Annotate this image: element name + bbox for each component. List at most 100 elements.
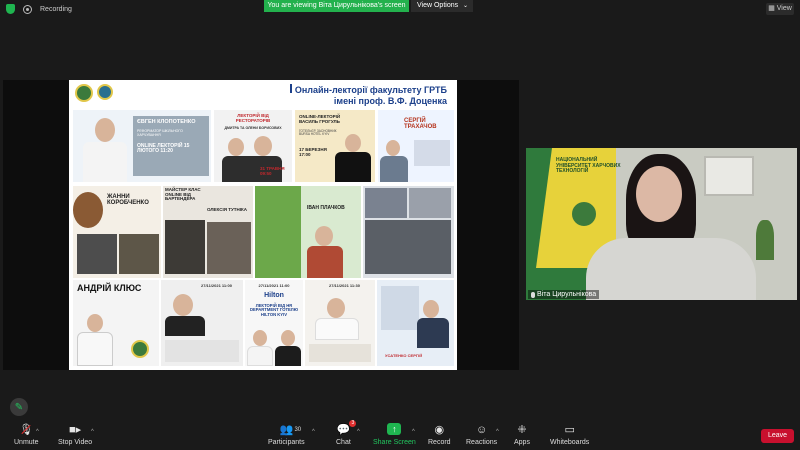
meeting-toolbar: 🎙 Unmute ^ ■▸ Stop Video ^ 👥 30 Participa…	[0, 420, 800, 450]
unmute-button[interactable]: 🎙 Unmute	[14, 423, 39, 446]
participants-icon: 👥 30	[279, 424, 302, 436]
participants-label: Participants	[268, 439, 305, 446]
view-button-label: View	[776, 5, 792, 12]
reactions-button[interactable]: ☺ Reactions	[466, 423, 497, 446]
speaker-shirt	[417, 318, 449, 348]
speaker-photo	[87, 314, 103, 332]
speaker-shirt	[247, 346, 273, 366]
speaker-photo	[254, 136, 272, 156]
wine-photo	[255, 186, 301, 278]
call-tile	[365, 188, 407, 218]
shared-screen[interactable]: Онлайн-лекторії факультету ГРТБ імені пр…	[3, 80, 519, 370]
hilton-title: ЛЕКТОРІЙ ВІД HR DEPARTMENT ГОТЕЛЮ HILTON…	[249, 303, 299, 317]
speaker-shirt	[83, 142, 127, 182]
chevron-up-icon[interactable]: ^	[91, 429, 94, 435]
restorators-date: 31 ТРАВНЯ 09:50	[260, 166, 285, 176]
mic-icon	[531, 291, 535, 298]
reactions-label: Reactions	[466, 439, 498, 446]
record-button[interactable]: ◉ Record	[428, 423, 451, 446]
poster-klyus: АНДРІЙ КЛЮС	[73, 280, 159, 366]
klopotenko-name: ЄВГЕН КЛОПОТЕНКО	[137, 119, 196, 125]
chevron-up-icon[interactable]: ^	[496, 429, 499, 435]
poster-klyus-chef: 27/11/2021 11:00	[161, 280, 243, 366]
chef-date: 27/11/2021 11:30	[329, 283, 360, 288]
person-face	[636, 166, 682, 222]
speaker-shirt	[335, 152, 371, 182]
person-jacket	[586, 238, 756, 300]
call-group-photo	[365, 220, 451, 274]
participants-count: 30	[294, 427, 302, 433]
record-label: Record	[428, 439, 451, 446]
record-icon: ◉	[434, 424, 445, 436]
chevron-up-icon[interactable]: ^	[412, 429, 415, 435]
annotate-pencil-icon[interactable]: ✎	[10, 398, 28, 416]
speaker-photo	[228, 138, 244, 156]
speaker-photo	[345, 134, 361, 152]
klyus-date: 27/11/2021 11:00	[201, 283, 232, 288]
faculty-logo-icon	[97, 84, 113, 100]
meeting-status: Recording	[6, 4, 72, 14]
slide-header: Онлайн-лекторії факультету ГРТБ імені пр…	[69, 80, 457, 108]
speaker-photo	[95, 118, 115, 142]
apps-button[interactable]: ⁜ Apps	[514, 423, 530, 446]
participant-video-tile[interactable]: НАЦІОНАЛЬНИЙ УНІВЕРСИТЕТ ХАРЧОВИХ ТЕХНОЛ…	[526, 148, 797, 300]
whiteboards-label: Whiteboards	[550, 439, 590, 446]
share-screen-button[interactable]: ↑ Share Screen	[373, 423, 416, 446]
restorators-title: ЛЕКТОРІЙ ВІД РЕСТОРАТОРІВ	[235, 113, 271, 123]
usatenko-name: УСАТЕНКО СЕРГІЙ	[385, 353, 423, 358]
view-button[interactable]: ▦ View	[766, 3, 794, 15]
speaker-photo	[386, 140, 400, 156]
chevron-up-icon[interactable]: ^	[36, 429, 39, 435]
chat-button[interactable]: 💬 3 Chat	[336, 420, 357, 446]
poster-text-block	[414, 140, 450, 166]
slide-title-line1: Онлайн-лекторії факультету ГРТБ	[294, 85, 447, 95]
speaker-shirt	[380, 156, 408, 182]
university-emblem-icon	[570, 200, 598, 228]
security-shield-icon[interactable]	[6, 4, 15, 14]
speaker-shirt	[165, 316, 205, 336]
view-options-label: View Options	[417, 2, 459, 9]
view-options-button[interactable]: View Options ⌄	[411, 0, 473, 12]
viewing-screen-banner: You are viewing Віта Цирульнікова's scre…	[264, 0, 409, 12]
speaker-photo	[173, 294, 193, 316]
apps-label: Apps	[514, 439, 530, 446]
restorators-names: ДМИТРА ТА ОЛЕНИ БОРИСОВИХ	[224, 126, 282, 130]
window	[704, 156, 754, 196]
chat-label: Chat	[336, 439, 351, 446]
share-screen-label: Share Screen	[373, 439, 416, 446]
chevron-up-icon[interactable]: ^	[357, 429, 360, 435]
speaker-shirt	[77, 332, 113, 366]
apps-icon: ⁜	[517, 424, 527, 436]
speaker-photo	[315, 226, 333, 246]
recording-icon	[23, 4, 32, 14]
hilton-logo: Hilton	[264, 292, 284, 299]
chevron-down-icon: ⌄	[462, 3, 468, 9]
banner-text: НАЦІОНАЛЬНИЙ УНІВЕРСИТЕТ ХАРЧОВИХ ТЕХНОЛ…	[556, 157, 621, 174]
university-logo-icon	[75, 84, 93, 102]
chat-icon: 💬 3	[336, 420, 357, 436]
food-photo	[73, 192, 103, 228]
leave-button[interactable]: Leave	[761, 429, 794, 443]
slide-title-line2: імені проф. В.Ф. Доценка	[333, 96, 447, 106]
participant-name: Віта Цирульнікова	[537, 291, 597, 298]
whiteboards-button[interactable]: ▭ Whiteboards	[550, 423, 589, 446]
poster-trakhachov: СЕРГІЙ ТРАХАЧОВ	[378, 110, 454, 182]
poster-text-block	[309, 344, 371, 362]
poster-video-call	[363, 186, 454, 278]
unmute-label: Unmute	[14, 439, 39, 446]
slide-title: Онлайн-лекторії факультету ГРТБ імені пр…	[289, 84, 447, 107]
poster-chef: 27/11/2021 11:30	[305, 280, 375, 366]
call-tile	[409, 188, 451, 218]
presentation-slide: Онлайн-лекторії факультету ГРТБ імені пр…	[69, 80, 457, 370]
whiteboard-icon: ▭	[564, 424, 575, 436]
chat-badge: 3	[349, 420, 357, 427]
stop-video-button[interactable]: ■▸ Stop Video	[58, 423, 92, 446]
plant	[756, 220, 774, 260]
participants-button[interactable]: 👥 30 Participants	[268, 423, 305, 446]
chevron-up-icon[interactable]: ^	[312, 429, 315, 435]
grogul-role: ГОТЕЛЬЄР, ЗАСНОВНИК BURSA HOTEL KYIV	[299, 129, 337, 137]
speaker-photo	[253, 330, 267, 346]
top-bar: Recording You are viewing Віта Цирульнік…	[0, 0, 800, 20]
poster-grogul: ONLINE-ЛЕКТОРІЙ ВАСИЛЬ ГРОГУЛЬ ГОТЕЛЬЄР,…	[295, 110, 375, 182]
poster-hilton: 27/11/2021 11:00 Hilton ЛЕКТОРІЙ ВІД HR …	[245, 280, 303, 366]
